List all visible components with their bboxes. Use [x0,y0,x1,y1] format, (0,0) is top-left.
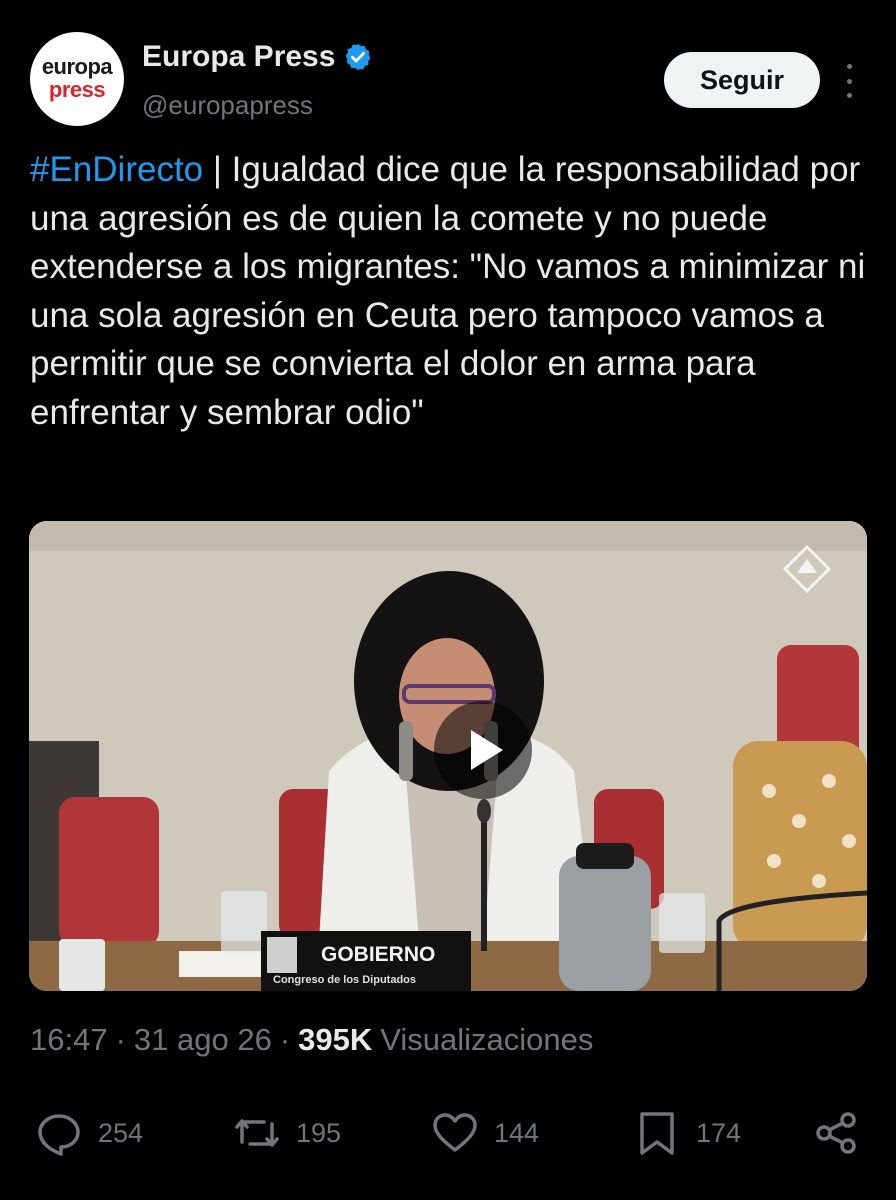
views-label: Visualizaciones [380,1022,594,1057]
author-name-row: Europa Press [142,40,373,74]
meta-separator: · [115,1022,126,1057]
hashtag-link[interactable]: #EnDirecto [30,150,203,189]
tweet-meta: 16:47 · 31 ago 26 · 395K Visualizaciones [30,1022,593,1058]
bookmark-button[interactable]: 174 [632,1100,741,1166]
views-count: 395K [298,1022,373,1057]
play-button[interactable] [434,701,532,799]
meta-separator: · [279,1022,291,1057]
congress-logo-icon [782,544,832,594]
video-player[interactable]: GOBIERNO Congreso de los Diputados [29,521,867,991]
tweet-body: | Igualdad dice que la responsabilidad p… [30,150,866,432]
bookmark-icon [640,1112,674,1155]
author-name[interactable]: Europa Press [142,40,335,74]
bookmark-count: 174 [696,1117,742,1148]
share-icon [816,1112,856,1154]
avatar[interactable]: europa press [30,32,124,126]
like-button[interactable]: 144 [430,1100,539,1166]
reply-button[interactable]: 254 [34,1100,143,1166]
follow-button[interactable]: Seguir [664,52,820,108]
author-handle[interactable]: @europapress [142,90,313,121]
verified-badge-icon [345,43,371,71]
repost-button[interactable]: 195 [232,1100,341,1166]
nameplate-subtitle: Congreso de los Diputados [273,974,416,986]
nameplate-title: GOBIERNO [321,943,435,966]
play-icon [471,730,503,770]
share-button[interactable] [812,1100,862,1166]
reply-icon [38,1114,80,1156]
action-bar: 254 195 144 174 [0,1100,896,1166]
tweet-date[interactable]: 31 ago 26 [134,1022,272,1058]
like-count: 144 [494,1117,540,1148]
tweet-text: #EnDirecto | Igualdad dice que la respon… [30,146,876,437]
repost-count: 195 [296,1117,342,1148]
avatar-text-europa: europa [41,54,113,79]
heart-icon [433,1113,477,1152]
avatar-text-press: press [48,77,106,102]
tweet-time[interactable]: 16:47 [30,1022,108,1058]
reply-count: 254 [98,1117,144,1148]
more-options-icon[interactable] [838,64,860,98]
repost-icon [235,1119,279,1147]
